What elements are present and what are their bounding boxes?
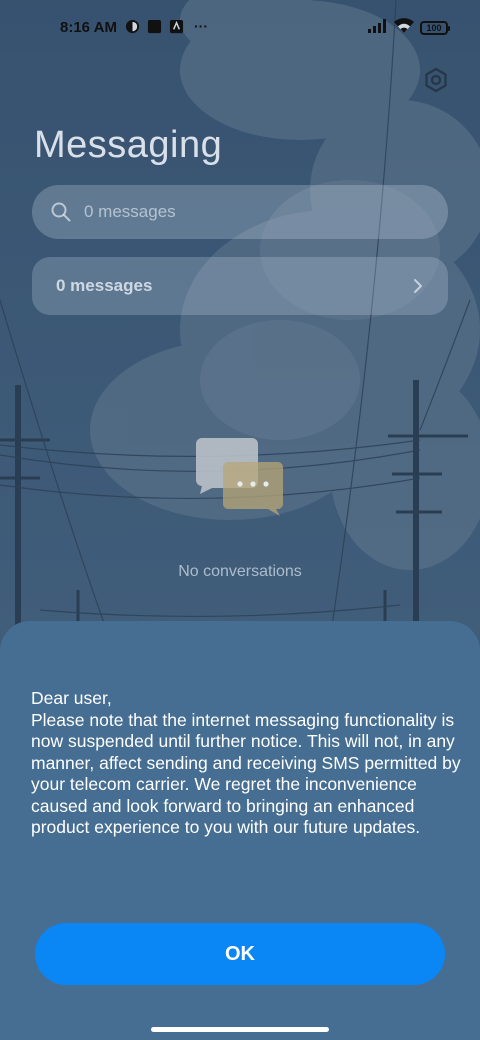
dialog-message: Dear user, Please note that the internet… bbox=[31, 688, 461, 839]
dialog-body: Please note that the internet messaging … bbox=[31, 709, 461, 838]
notification-icons: ··· bbox=[124, 18, 208, 34]
app-square-icon bbox=[146, 18, 162, 34]
settings-button[interactable] bbox=[420, 64, 452, 96]
gear-icon bbox=[425, 67, 447, 93]
status-bar: 8:16 AM ··· 100 bbox=[0, 0, 480, 56]
wifi-icon bbox=[394, 18, 414, 38]
messages-summary-row[interactable]: 0 messages bbox=[32, 257, 448, 315]
search-input[interactable] bbox=[82, 201, 406, 223]
status-time: 8:16 AM bbox=[60, 19, 117, 36]
more-notifications-icon: ··· bbox=[194, 18, 208, 34]
dialog-greeting: Dear user, bbox=[31, 688, 112, 708]
notice-dialog: Dear user, Please note that the internet… bbox=[0, 621, 480, 1040]
empty-conversations-icon bbox=[196, 438, 283, 516]
system-status-icons: 100 bbox=[368, 18, 450, 38]
messages-summary-label: 0 messages bbox=[56, 276, 153, 295]
page-title: Messaging bbox=[34, 124, 223, 166]
search-icon bbox=[51, 202, 71, 222]
empty-state-text: No conversations bbox=[178, 563, 302, 580]
app-notification-icon bbox=[124, 18, 140, 34]
search-bar[interactable] bbox=[32, 185, 448, 239]
signal-icon bbox=[368, 18, 388, 38]
battery-indicator: 100 bbox=[420, 21, 450, 35]
ok-button[interactable]: OK bbox=[35, 923, 445, 985]
chevron-right-icon bbox=[414, 279, 422, 293]
home-indicator[interactable] bbox=[151, 1027, 329, 1032]
app-badge-icon bbox=[168, 18, 184, 34]
